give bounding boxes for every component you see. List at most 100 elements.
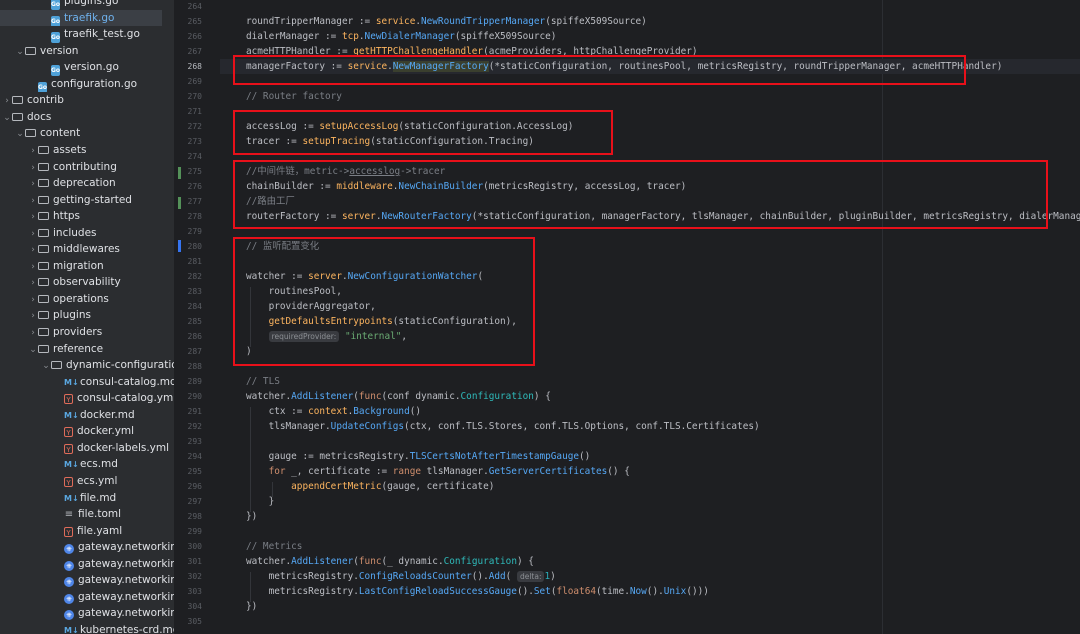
tree-item[interactable]: ⎈ gateway.networking [0,572,174,589]
code-line-265[interactable]: roundTripperManager := service.NewRoundT… [246,14,647,29]
tree-item[interactable]: Go version.go [0,59,174,76]
folder-icon [25,129,36,138]
tree-item-label: operations [53,292,109,305]
code-line-294[interactable]: gauge := metricsRegistry.TLSCertsNotAfte… [246,449,591,464]
code-line-289[interactable]: // TLS [246,374,280,389]
folder-icon [38,328,49,336]
tree-item[interactable]: M↓consul-catalog.md [0,374,174,391]
line-number: 266 [187,32,202,41]
chevron-right-icon[interactable]: › [28,226,38,242]
tree-item[interactable]: ⎈ gateway.networking [0,589,174,606]
code-line-303[interactable]: metricsRegistry.LastConfigReloadSuccessG… [246,584,709,599]
tree-item[interactable]: Go plugins.go [0,0,174,10]
code-line-300[interactable]: // Metrics [246,539,302,554]
line-number: 285 [187,317,202,326]
chevron-right-icon[interactable]: › [2,93,12,109]
folder-icon [38,179,49,188]
tree-item-label: docs [27,110,52,123]
tree-item[interactable]: › operations [0,291,174,308]
tree-item[interactable]: › plugins [0,307,174,324]
tree-item[interactable]: › https [0,208,174,225]
code-line-290[interactable]: watcher.AddListener(func(conf dynamic.Co… [246,389,551,404]
tree-item[interactable]: ⎈ gateway.networking [0,539,174,556]
code-line-298[interactable]: }) [246,509,257,524]
chevron-right-icon[interactable]: › [28,259,38,275]
tree-item[interactable]: Yconsul-catalog.yml [0,390,174,407]
chevron-right-icon[interactable]: › [28,325,38,341]
folder-icon [38,278,49,287]
folder-icon [38,245,49,254]
chevron-right-icon[interactable]: › [28,143,38,159]
tree-item[interactable]: › providers [0,324,174,341]
chevron-right-icon[interactable]: › [28,176,38,192]
folder-icon [38,294,49,303]
tree-item[interactable]: Go traefik_test.go [0,26,174,43]
tree-item[interactable]: M↓file.md [0,490,174,507]
tree-item[interactable]: ⌄ reference [0,341,174,358]
tree-item-label: docker.md [80,408,135,421]
tree-item[interactable]: Go configuration.go [0,76,174,93]
tree-item[interactable]: ≡ file.toml [0,506,174,523]
tree-item[interactable]: M↓docker.md [0,407,174,424]
markdown-icon: M↓ [64,625,79,634]
yaml-icon: Y [64,427,73,438]
tree-item[interactable]: M↓ecs.md [0,456,174,473]
tree-item[interactable]: ⌄ docs [0,109,174,126]
markdown-icon: M↓ [64,377,79,387]
tree-item[interactable]: ⌄ content [0,125,174,142]
annotation-box-manager-factory [233,55,966,85]
tree-item[interactable]: Ydocker-labels.yml [0,440,174,457]
folder-icon [12,112,23,121]
tree-item[interactable]: ⎈ gateway.networking [0,556,174,573]
tree-item[interactable]: › deprecation [0,175,174,192]
tree-item-label: file.md [80,491,117,504]
tree-item[interactable]: ⎈ gateway.networking [0,605,174,622]
tree-item[interactable]: Yfile.yaml [0,523,174,540]
chevron-right-icon[interactable]: › [28,242,38,258]
chevron-right-icon[interactable]: › [28,193,38,209]
tree-item[interactable]: › getting-started [0,192,174,209]
code-line-292[interactable]: tlsManager.UpdateConfigs(ctx, conf.TLS.S… [246,419,760,434]
tree-item[interactable]: ⌄ version [0,43,174,60]
tree-item[interactable]: › assets [0,142,174,159]
chevron-right-icon[interactable]: › [28,209,38,225]
tree-item-label: middlewares [53,243,120,256]
code-line-297[interactable]: } [246,494,275,509]
chevron-down-icon[interactable]: ⌄ [28,342,38,358]
tree-item[interactable]: ⌄ dynamic-configuration [0,357,174,374]
chevron-right-icon[interactable]: › [28,275,38,291]
annotation-box-config-watcher [233,237,535,366]
code-line-296[interactable]: appendCertMetric(gauge, certificate) [246,479,494,494]
chevron-down-icon[interactable]: ⌄ [2,110,12,126]
chevron-right-icon[interactable]: › [28,308,38,324]
code-line-304[interactable]: }) [246,599,257,614]
tree-item[interactable]: › middlewares [0,241,174,258]
tree-item[interactable]: › includes [0,225,174,242]
code-line-295[interactable]: for _, certificate := range tlsManager.G… [246,464,630,479]
code-line-270[interactable]: // Router factory [246,89,342,104]
tree-item[interactable]: › contributing [0,159,174,176]
line-number: 275 [187,167,202,176]
tree-item[interactable]: Go traefik.go [0,9,162,27]
go-file-icon: Go [51,32,61,43]
code-line-301[interactable]: watcher.AddListener(func(_ dynamic.Confi… [246,554,534,569]
chevron-right-icon[interactable]: › [28,292,38,308]
tree-item-label: contrib [27,94,64,107]
code-line-291[interactable]: ctx := context.Background() [246,404,421,419]
tree-item[interactable]: › migration [0,258,174,275]
chevron-down-icon[interactable]: ⌄ [15,44,25,60]
tree-item[interactable]: Ydocker.yml [0,423,174,440]
tree-item-label: gateway.networking [78,541,174,554]
tree-item[interactable]: Yecs.yml [0,473,174,490]
tree-item-label: plugins [53,309,91,322]
tree-item[interactable]: M↓kubernetes-crd.md [0,622,174,634]
markdown-icon: M↓ [64,493,79,503]
line-number: 286 [187,332,202,341]
chevron-right-icon[interactable]: › [28,160,38,176]
tree-item[interactable]: › contrib [0,92,174,109]
chevron-down-icon[interactable]: ⌄ [15,126,25,142]
tree-item[interactable]: › observability [0,274,174,291]
chevron-down-icon[interactable]: ⌄ [41,358,51,374]
code-line-302[interactable]: metricsRegistry.ConfigReloadsCounter().A… [246,569,556,584]
code-line-266[interactable]: dialerManager := tcp.NewDialerManager(sp… [246,29,556,44]
